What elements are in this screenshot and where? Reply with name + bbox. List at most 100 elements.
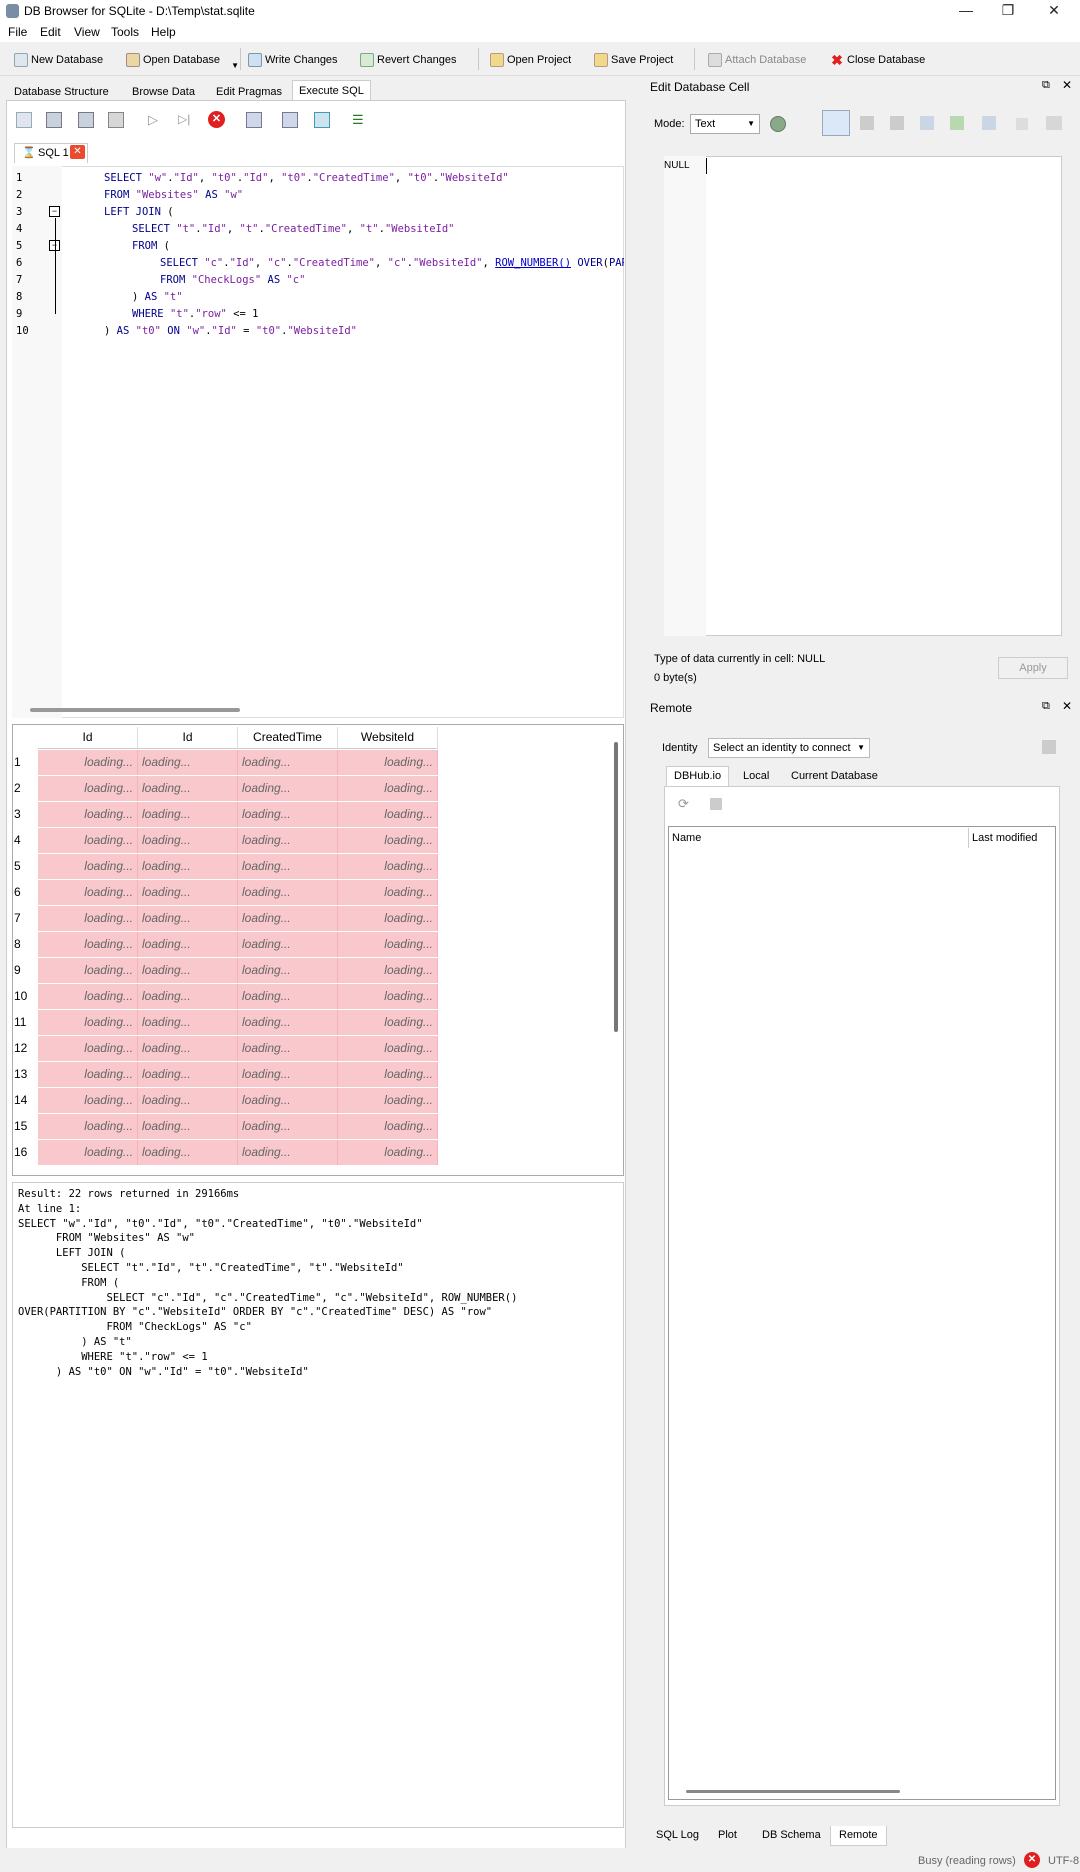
row-number[interactable]: 7 bbox=[14, 911, 21, 925]
table-cell[interactable]: loading... bbox=[338, 1010, 438, 1035]
table-cell[interactable]: loading... bbox=[138, 880, 238, 905]
comment-icon[interactable]: ☰ bbox=[352, 112, 364, 128]
cancel-query-icon[interactable]: ✕ bbox=[1024, 1852, 1040, 1868]
print-icon[interactable] bbox=[108, 112, 124, 128]
table-cell[interactable]: loading... bbox=[238, 828, 338, 853]
menu-view[interactable]: View bbox=[74, 25, 100, 39]
table-cell[interactable]: loading... bbox=[238, 776, 338, 801]
restore-button[interactable]: ❐ bbox=[986, 0, 1030, 22]
close-window-button[interactable]: ✕ bbox=[1032, 0, 1076, 22]
table-cell[interactable]: loading... bbox=[138, 776, 238, 801]
apply-button[interactable]: Apply bbox=[998, 657, 1068, 679]
table-cell[interactable]: loading... bbox=[338, 958, 438, 983]
set-null-icon[interactable] bbox=[950, 116, 964, 130]
new-database-button[interactable]: New Database bbox=[14, 50, 103, 70]
column-modified-header[interactable]: Last modified bbox=[972, 832, 1037, 844]
table-cell[interactable]: loading... bbox=[238, 1140, 338, 1165]
table-cell[interactable]: loading... bbox=[238, 1010, 338, 1035]
table-cell[interactable]: loading... bbox=[138, 750, 238, 775]
table-cell[interactable]: loading... bbox=[138, 984, 238, 1009]
save-to-file-icon[interactable] bbox=[1016, 118, 1028, 130]
mode-select[interactable]: Text ▼ bbox=[690, 114, 760, 134]
sql-editor[interactable] bbox=[12, 166, 624, 718]
row-number[interactable]: 12 bbox=[14, 1041, 27, 1055]
column-header[interactable]: Id bbox=[138, 727, 238, 749]
table-cell[interactable]: loading... bbox=[338, 1062, 438, 1087]
table-cell[interactable]: loading... bbox=[138, 932, 238, 957]
menu-help[interactable]: Help bbox=[151, 25, 176, 39]
table-cell[interactable]: loading... bbox=[238, 1088, 338, 1113]
table-cell[interactable]: loading... bbox=[138, 1140, 238, 1165]
table-cell[interactable]: loading... bbox=[338, 776, 438, 801]
row-number[interactable]: 6 bbox=[14, 885, 21, 899]
print-cell-icon[interactable] bbox=[1046, 116, 1062, 130]
import-icon[interactable] bbox=[890, 116, 904, 130]
row-number[interactable]: 16 bbox=[14, 1145, 27, 1159]
table-cell[interactable]: loading... bbox=[238, 802, 338, 827]
tab-execute-sql[interactable]: Execute SQL bbox=[292, 80, 371, 101]
table-cell[interactable]: loading... bbox=[38, 776, 138, 801]
table-cell[interactable]: loading... bbox=[138, 854, 238, 879]
table-cell[interactable]: loading... bbox=[38, 854, 138, 879]
execute-all-icon[interactable]: ▷ bbox=[148, 112, 158, 128]
row-number[interactable]: 13 bbox=[14, 1067, 27, 1081]
save-sql-file-icon[interactable] bbox=[78, 112, 94, 128]
table-cell[interactable]: loading... bbox=[38, 1114, 138, 1139]
column-header[interactable]: CreatedTime bbox=[238, 727, 338, 749]
close-panel-icon[interactable]: ✕ bbox=[1062, 78, 1072, 92]
column-header[interactable]: WebsiteId bbox=[338, 727, 438, 749]
auto-switch-icon[interactable] bbox=[770, 116, 786, 132]
close-tab-icon[interactable]: ✕ bbox=[70, 145, 85, 159]
row-number[interactable]: 1 bbox=[14, 755, 21, 769]
table-cell[interactable]: loading... bbox=[338, 1114, 438, 1139]
table-cell[interactable]: loading... bbox=[338, 750, 438, 775]
write-changes-button[interactable]: Write Changes bbox=[248, 50, 338, 70]
minimize-button[interactable]: — bbox=[944, 0, 988, 22]
table-cell[interactable]: loading... bbox=[138, 1062, 238, 1087]
table-cell[interactable]: loading... bbox=[338, 1036, 438, 1061]
table-cell[interactable]: loading... bbox=[238, 880, 338, 905]
tab-sql-log[interactable]: SQL Log bbox=[648, 1826, 707, 1846]
cell-editor[interactable] bbox=[664, 156, 1062, 636]
fold-marker-icon[interactable]: − bbox=[49, 206, 60, 217]
tab-local[interactable]: Local bbox=[736, 767, 776, 787]
attach-database-button[interactable]: Attach Database bbox=[708, 50, 806, 70]
float-panel-icon[interactable]: ⧉ bbox=[1042, 79, 1050, 92]
find-icon[interactable] bbox=[282, 112, 298, 128]
table-cell[interactable]: loading... bbox=[238, 1062, 338, 1087]
column-name-header[interactable]: Name bbox=[672, 832, 701, 844]
refresh-icon[interactable]: ⟳ bbox=[678, 796, 689, 812]
tab-current-database[interactable]: Current Database bbox=[784, 767, 885, 787]
table-cell[interactable]: loading... bbox=[38, 984, 138, 1009]
open-database-button[interactable]: Open Database ▼ bbox=[126, 50, 239, 70]
table-cell[interactable]: loading... bbox=[338, 1140, 438, 1165]
execute-line-icon[interactable]: ▷| bbox=[178, 112, 190, 126]
table-cell[interactable]: loading... bbox=[238, 1114, 338, 1139]
table-cell[interactable]: loading... bbox=[38, 958, 138, 983]
identity-settings-icon[interactable] bbox=[1042, 740, 1056, 754]
open-tab-icon[interactable] bbox=[16, 112, 32, 128]
table-cell[interactable]: loading... bbox=[138, 1010, 238, 1035]
table-cell[interactable]: loading... bbox=[238, 750, 338, 775]
word-wrap-icon[interactable] bbox=[822, 110, 850, 136]
close-database-button[interactable]: ✖ Close Database bbox=[830, 50, 925, 70]
identity-select[interactable]: Select an identity to connect ▼ bbox=[708, 738, 870, 758]
table-cell[interactable]: loading... bbox=[38, 1088, 138, 1113]
row-number[interactable]: 2 bbox=[14, 781, 21, 795]
table-cell[interactable]: loading... bbox=[38, 880, 138, 905]
table-cell[interactable]: loading... bbox=[38, 750, 138, 775]
tab-db-schema[interactable]: DB Schema bbox=[754, 1826, 829, 1846]
table-cell[interactable]: loading... bbox=[138, 802, 238, 827]
table-cell[interactable]: loading... bbox=[338, 828, 438, 853]
menu-edit[interactable]: Edit bbox=[40, 25, 61, 39]
table-cell[interactable]: loading... bbox=[238, 932, 338, 957]
row-number[interactable]: 15 bbox=[14, 1119, 27, 1133]
column-header[interactable]: Id bbox=[38, 727, 138, 749]
float-panel-icon[interactable]: ⧉ bbox=[1042, 700, 1050, 713]
table-cell[interactable]: loading... bbox=[238, 854, 338, 879]
table-cell[interactable]: loading... bbox=[338, 906, 438, 931]
table-cell[interactable]: loading... bbox=[138, 1114, 238, 1139]
table-cell[interactable]: loading... bbox=[238, 906, 338, 931]
row-number[interactable]: 11 bbox=[14, 1015, 26, 1029]
close-panel-icon[interactable]: ✕ bbox=[1062, 699, 1072, 713]
